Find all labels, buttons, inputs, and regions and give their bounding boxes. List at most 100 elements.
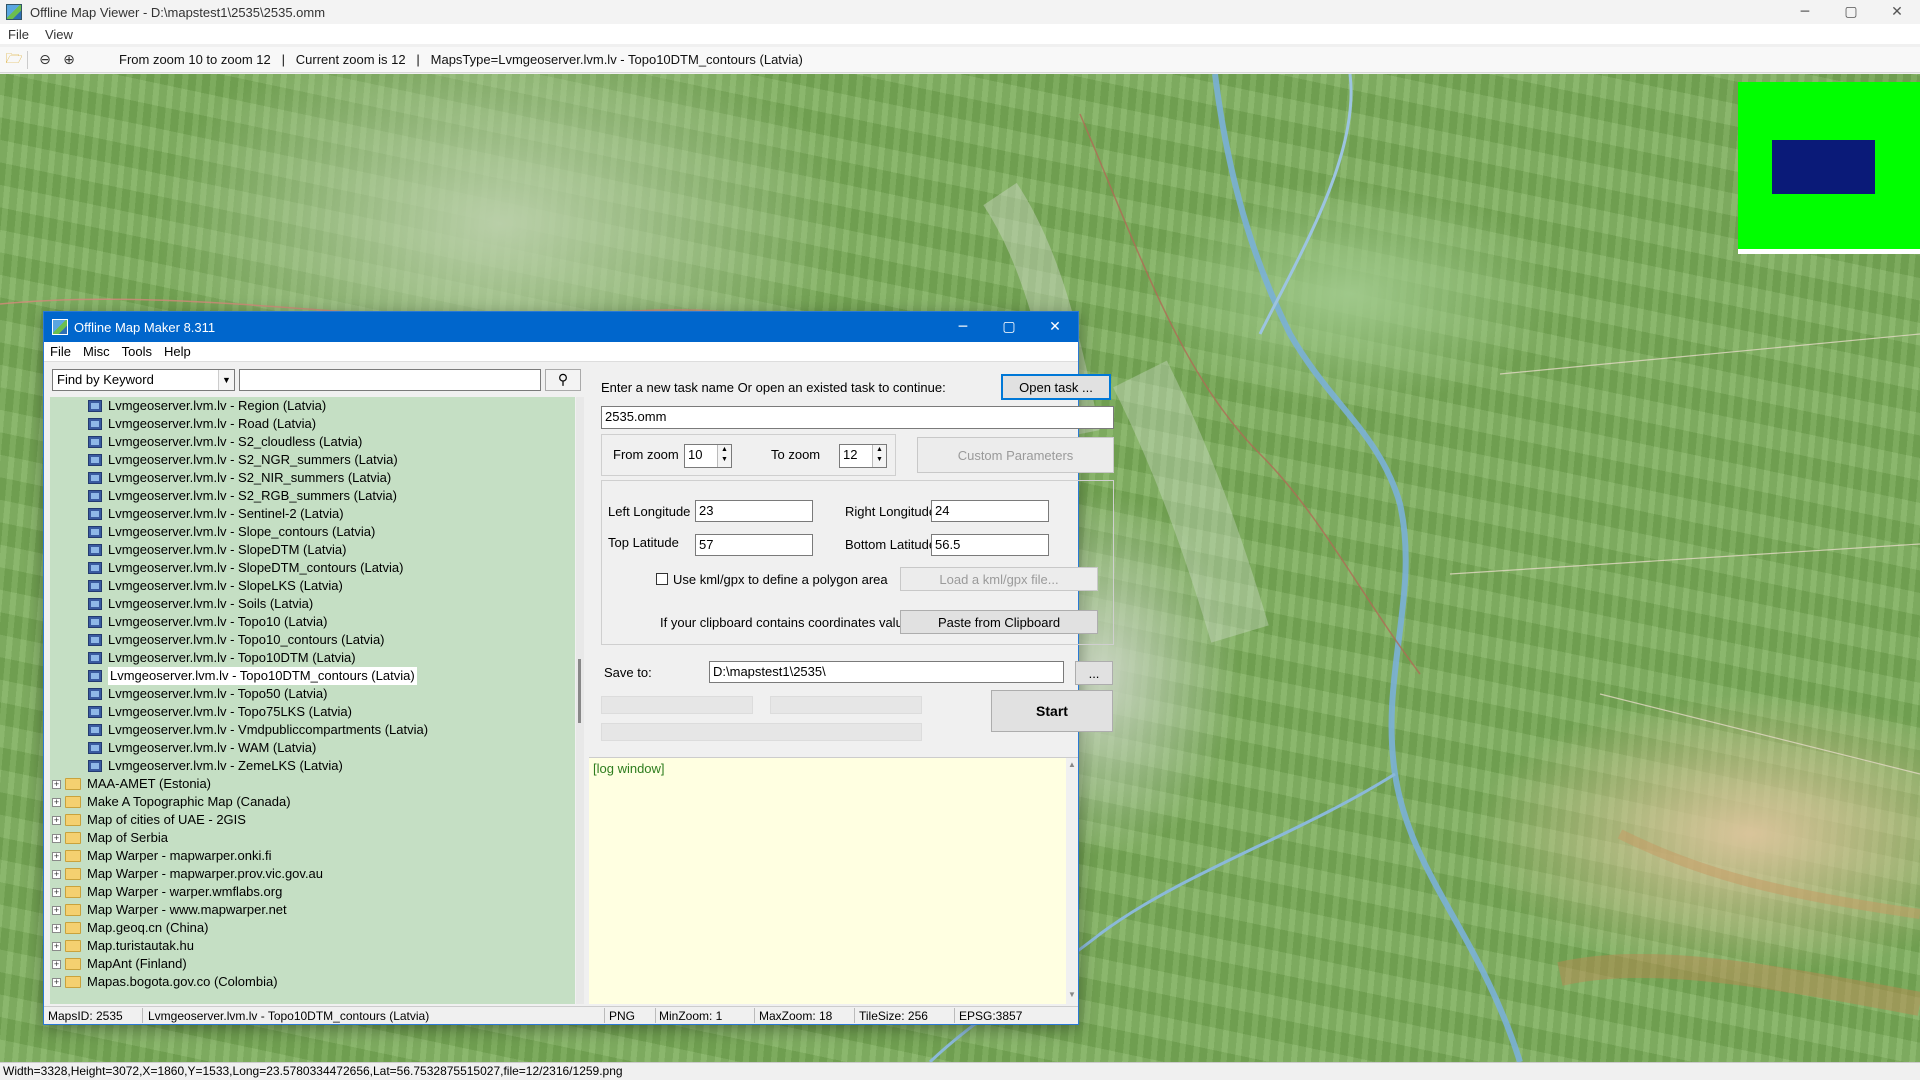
stepper-arrows-icon[interactable]: ▲ ▼ [872, 445, 886, 467]
tree-map-item[interactable]: Lvmgeoserver.lvm.lv - Topo10 (Latvia) [50, 613, 575, 631]
tree-item-label: Lvmgeoserver.lvm.lv - Topo10DTM_contours… [108, 667, 417, 685]
chevron-down-icon[interactable]: ▼ [218, 370, 234, 390]
map-source-tree[interactable]: Lvmgeoserver.lvm.lv - Region (Latvia) Lvm… [50, 397, 575, 1004]
tree-group-item[interactable]: + Map of cities of UAE - 2GIS [50, 811, 575, 829]
tree-map-item[interactable]: Lvmgeoserver.lvm.lv - S2_RGB_summers (La… [50, 487, 575, 505]
browse-button[interactable]: ... [1075, 661, 1113, 685]
expand-icon[interactable]: + [52, 797, 61, 807]
kml-polygon-checkbox[interactable] [656, 573, 668, 585]
expand-icon[interactable]: + [52, 815, 61, 825]
tree-group-item[interactable]: + Mapas.bogota.gov.co (Colombia) [50, 973, 575, 991]
open-folder-icon[interactable]: 🗁 [4, 50, 24, 70]
keyword-search-input[interactable] [239, 369, 541, 391]
search-button[interactable]: ⚲ [545, 369, 581, 391]
minimize-button[interactable]: ─ [1782, 0, 1828, 24]
tree-group-item[interactable]: + Map of Serbia [50, 829, 575, 847]
tree-group-item[interactable]: + Make A Topographic Map (Canada) [50, 793, 575, 811]
expand-icon[interactable]: + [52, 833, 61, 843]
top-latitude-input[interactable]: 57 [695, 534, 813, 556]
tree-map-item[interactable]: Lvmgeoserver.lvm.lv - S2_NIR_summers (La… [50, 469, 575, 487]
log-window[interactable]: [log window] ▲ ▼ [589, 757, 1078, 1004]
overview-minimap[interactable] [1738, 82, 1920, 254]
tree-map-item[interactable]: Lvmgeoserver.lvm.lv - SlopeDTM (Latvia) [50, 541, 575, 559]
expand-icon[interactable]: + [52, 941, 61, 951]
tree-map-item[interactable]: Lvmgeoserver.lvm.lv - Soils (Latvia) [50, 595, 575, 613]
tree-map-item[interactable]: Lvmgeoserver.lvm.lv - WAM (Latvia) [50, 739, 575, 757]
close-button[interactable]: ✕ [1874, 0, 1920, 24]
tree-group-item[interactable]: + Map Warper - www.mapwarper.net [50, 901, 575, 919]
zoom-out-icon[interactable]: ⊖ [35, 50, 55, 70]
tree-map-item[interactable]: Lvmgeoserver.lvm.lv - Topo10DTM (Latvia) [50, 649, 575, 667]
scroll-up-icon[interactable]: ▲ [1066, 760, 1078, 772]
right-longitude-input[interactable]: 24 [931, 500, 1049, 522]
tree-item-label: Lvmgeoserver.lvm.lv - Topo10 (Latvia) [108, 614, 328, 629]
tree-scrollbar-thumb[interactable] [578, 659, 581, 723]
dialog-menu-misc[interactable]: Misc [83, 344, 110, 359]
tree-map-item[interactable]: Lvmgeoserver.lvm.lv - S2_cloudless (Latv… [50, 433, 575, 451]
stepper-arrows-icon[interactable]: ▲ ▼ [717, 445, 731, 467]
tree-group-item[interactable]: + Map.geoq.cn (China) [50, 919, 575, 937]
tree-map-item[interactable]: Lvmgeoserver.lvm.lv - Topo50 (Latvia) [50, 685, 575, 703]
tree-map-item[interactable]: Lvmgeoserver.lvm.lv - Road (Latvia) [50, 415, 575, 433]
tree-map-item[interactable]: Lvmgeoserver.lvm.lv - Topo75LKS (Latvia) [50, 703, 575, 721]
tree-map-item[interactable]: Lvmgeoserver.lvm.lv - ZemeLKS (Latvia) [50, 757, 575, 775]
dialog-menu-help[interactable]: Help [164, 344, 191, 359]
map-layer-icon [88, 508, 102, 520]
expand-icon[interactable]: + [52, 779, 61, 789]
bottom-latitude-input[interactable]: 56.5 [931, 534, 1049, 556]
start-button[interactable]: Start [991, 690, 1113, 732]
to-zoom-stepper[interactable]: 12 ▲ ▼ [839, 444, 887, 468]
expand-icon[interactable]: + [52, 887, 61, 897]
tree-map-item[interactable]: Lvmgeoserver.lvm.lv - S2_NGR_summers (La… [50, 451, 575, 469]
expand-icon[interactable]: + [52, 977, 61, 987]
tree-map-item[interactable]: Lvmgeoserver.lvm.lv - SlopeDTM_contours … [50, 559, 575, 577]
map-layer-icon [88, 634, 102, 646]
from-zoom-stepper[interactable]: 10 ▲ ▼ [684, 444, 732, 468]
tree-map-item[interactable]: Lvmgeoserver.lvm.lv - SlopeLKS (Latvia) [50, 577, 575, 595]
tree-scrollbar[interactable] [576, 397, 584, 1004]
map-layer-icon [88, 616, 102, 628]
maximize-button[interactable]: ▢ [1828, 0, 1874, 24]
search-mode-select[interactable]: Find by Keyword ▼ [52, 369, 235, 391]
dialog-minimize-button[interactable]: ─ [940, 312, 986, 342]
left-longitude-input[interactable]: 23 [695, 500, 813, 522]
tree-group-label: MAA-AMET (Estonia) [87, 776, 212, 791]
expand-icon[interactable]: + [52, 959, 61, 969]
expand-icon[interactable]: + [52, 869, 61, 879]
tree-map-item[interactable]: Lvmgeoserver.lvm.lv - Sentinel-2 (Latvia… [50, 505, 575, 523]
tree-group-item[interactable]: + MapAnt (Finland) [50, 955, 575, 973]
tree-map-item[interactable]: Lvmgeoserver.lvm.lv - Slope_contours (La… [50, 523, 575, 541]
dialog-menu-tools[interactable]: Tools [122, 344, 152, 359]
tree-group-item[interactable]: + Map Warper - warper.wmflabs.org [50, 883, 575, 901]
save-path-input[interactable]: D:\mapstest1\2535\ [709, 661, 1064, 683]
menu-file[interactable]: File [8, 27, 29, 42]
zoom-in-icon[interactable]: ⊕ [59, 50, 79, 70]
open-task-button[interactable]: Open task ... [1001, 374, 1111, 400]
expand-icon[interactable]: + [52, 923, 61, 933]
dialog-close-button[interactable]: ✕ [1032, 312, 1078, 342]
paste-clipboard-button[interactable]: Paste from Clipboard [900, 610, 1098, 634]
expand-icon[interactable]: + [52, 905, 61, 915]
map-layer-icon [88, 742, 102, 754]
expand-icon[interactable]: + [52, 851, 61, 861]
custom-parameters-button[interactable]: Custom Parameters [917, 437, 1114, 473]
save-to-label: Save to: [604, 665, 652, 680]
tree-map-item[interactable]: Lvmgeoserver.lvm.lv - Region (Latvia) [50, 397, 575, 415]
tree-map-item[interactable]: Lvmgeoserver.lvm.lv - Vmdpubliccompartme… [50, 721, 575, 739]
menu-view[interactable]: View [45, 27, 73, 42]
load-kml-button[interactable]: Load a kml/gpx file... [900, 567, 1098, 591]
tree-group-item[interactable]: + Map Warper - mapwarper.onki.fi [50, 847, 575, 865]
tree-map-item[interactable]: Lvmgeoserver.lvm.lv - Topo10DTM_contours… [50, 667, 575, 685]
tree-group-item[interactable]: + Map.turistautak.hu [50, 937, 575, 955]
dialog-menu-file[interactable]: File [50, 344, 71, 359]
tree-item-label: Lvmgeoserver.lvm.lv - Topo10_contours (L… [108, 632, 385, 647]
scroll-down-icon[interactable]: ▼ [1066, 990, 1078, 1002]
task-name-input[interactable]: 2535.omm [601, 406, 1114, 429]
tree-group-item[interactable]: + MAA-AMET (Estonia) [50, 775, 575, 793]
tree-map-item[interactable]: Lvmgeoserver.lvm.lv - Topo10_contours (L… [50, 631, 575, 649]
tree-group-item[interactable]: + Map Warper - mapwarper.prov.vic.gov.au [50, 865, 575, 883]
progress-bar-1 [601, 696, 753, 714]
dialog-maximize-button[interactable]: ▢ [986, 312, 1032, 342]
log-scrollbar[interactable]: ▲ ▼ [1066, 758, 1078, 1004]
overview-viewport[interactable] [1772, 140, 1875, 194]
